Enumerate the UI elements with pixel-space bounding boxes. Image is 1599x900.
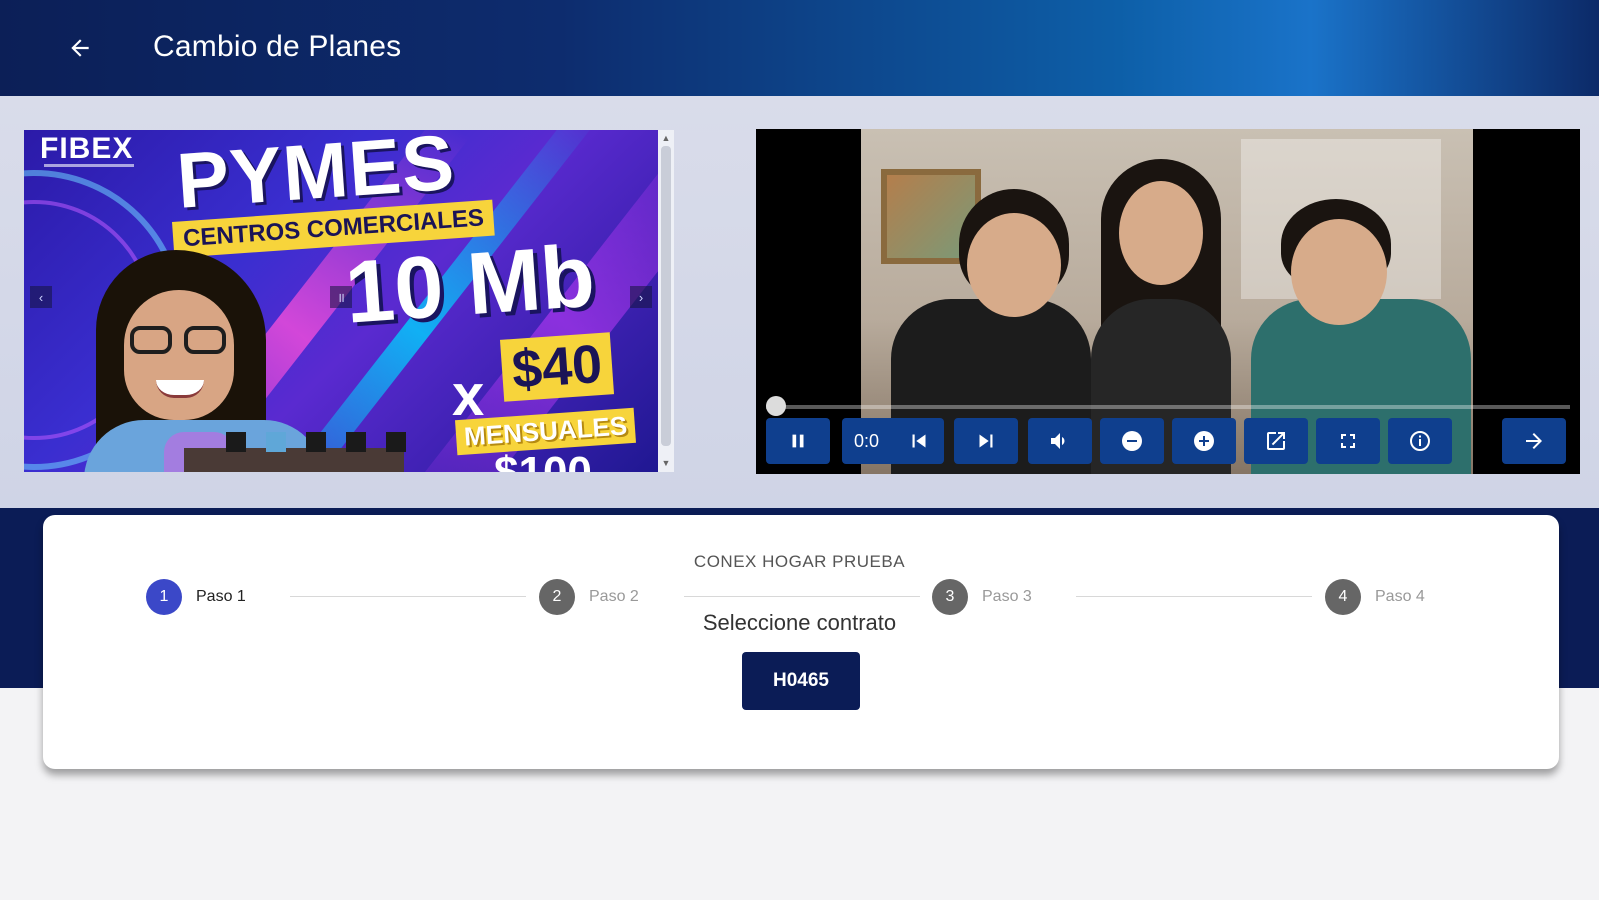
step-connector: [1076, 596, 1312, 597]
scrollbar-thumb[interactable]: [661, 146, 671, 446]
step-label: Paso 1: [196, 588, 246, 605]
zoom-out-button[interactable]: [1100, 418, 1164, 464]
step-label: Paso 4: [1375, 588, 1425, 605]
volume-icon: [1051, 433, 1065, 449]
banner-price-secondary: $100: [494, 448, 592, 472]
carousel-prev-button[interactable]: ‹: [30, 286, 52, 308]
banner-price: $40: [499, 332, 615, 402]
carousel-dot[interactable]: [306, 432, 326, 452]
info-button[interactable]: [1388, 418, 1452, 464]
app-header: Cambio de Planes: [0, 0, 1599, 96]
arrow-right-icon: [1526, 433, 1542, 449]
video-progress-bar[interactable]: [766, 405, 1570, 409]
contract-button[interactable]: H0465: [742, 652, 860, 710]
video-frame: [861, 129, 1473, 474]
open-external-button[interactable]: [1244, 418, 1308, 464]
video-time: 0:0: [854, 430, 880, 451]
step-label: Paso 3: [982, 588, 1032, 605]
chevron-left-icon: ‹: [38, 289, 44, 305]
next-button[interactable]: [954, 418, 1018, 464]
step-label: Paso 2: [589, 588, 639, 605]
carousel-next-button[interactable]: ›: [630, 286, 652, 308]
banner-speed: 10 Mb: [342, 225, 598, 342]
open-external-icon: [1267, 432, 1285, 450]
pause-icon: [792, 434, 804, 448]
volume-button[interactable]: [1028, 418, 1092, 464]
skip-next-icon: [979, 434, 993, 448]
stepper-title: CONEX HOGAR PRUEBA: [693, 552, 906, 571]
brand-logo-underline: [44, 164, 134, 167]
time-and-prev-group: 0:0: [842, 418, 944, 464]
play-pause-button[interactable]: [766, 418, 830, 464]
carousel-indicators: [226, 432, 406, 452]
step-connector: [684, 596, 920, 597]
carousel-dot[interactable]: [386, 432, 406, 452]
video-progress-handle[interactable]: [766, 396, 786, 416]
step-connector: [290, 596, 526, 597]
fullscreen-button[interactable]: [1316, 418, 1380, 464]
next-video-button[interactable]: [1502, 418, 1566, 464]
zoom-in-icon: [1194, 431, 1214, 451]
scroll-down-icon[interactable]: ▼: [661, 458, 671, 468]
select-contract-label: Seleccione contrato: [702, 610, 897, 635]
banner-scrollbar[interactable]: ▲ ▼: [658, 130, 674, 472]
back-button[interactable]: [62, 30, 98, 66]
page-title: Cambio de Planes: [153, 30, 402, 63]
carousel-dot[interactable]: [226, 432, 246, 452]
chevron-right-icon: ›: [638, 289, 644, 305]
carousel-pause-button[interactable]: ॥: [330, 286, 352, 308]
carousel-dot[interactable]: [346, 432, 366, 452]
scroll-up-icon[interactable]: ▲: [661, 133, 671, 143]
brand-logo: FIBEX: [40, 132, 134, 165]
fullscreen-icon: [1341, 434, 1355, 448]
pause-icon: ॥: [337, 290, 345, 305]
zoom-in-button[interactable]: [1172, 418, 1236, 464]
skip-previous-icon[interactable]: [906, 428, 932, 454]
info-icon: [1410, 431, 1430, 451]
zoom-out-icon: [1122, 431, 1142, 451]
carousel-dot-active[interactable]: [266, 432, 286, 452]
arrow-left-icon: [71, 39, 89, 57]
